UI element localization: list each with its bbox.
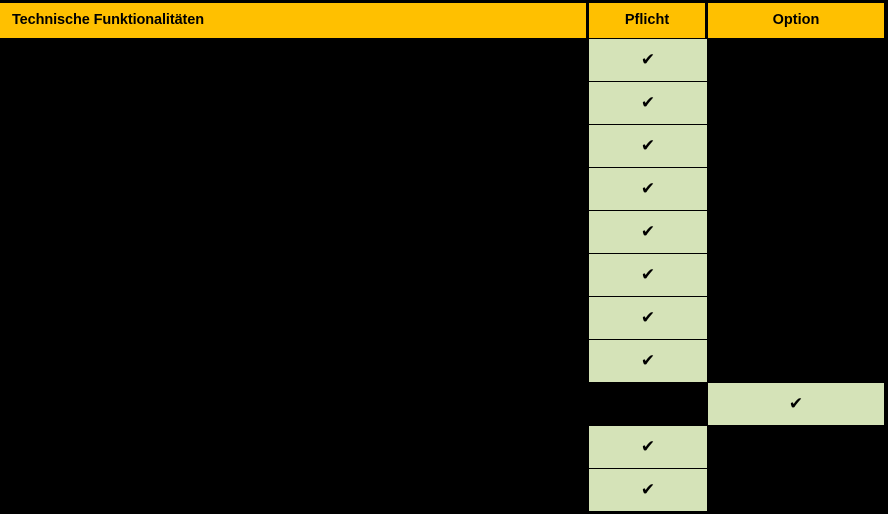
cell-feature [0, 39, 586, 82]
cell-pflicht-checkbox[interactable]: ✔ [589, 383, 707, 425]
table-row: ✔✔ [0, 168, 888, 211]
table-row: ✔✔ [0, 125, 888, 168]
cell-feature [0, 211, 586, 254]
cell-pflicht-checkbox[interactable]: ✔ [589, 426, 707, 468]
cell-pflicht-checkbox[interactable]: ✔ [589, 82, 707, 124]
cell-feature [0, 254, 586, 297]
table-row: ✔✔ [0, 39, 888, 82]
cell-option-checkbox[interactable]: ✔ [708, 469, 884, 511]
check-icon: ✔ [640, 265, 656, 285]
table-row: ✔✔ [0, 82, 888, 125]
cell-option-checkbox[interactable]: ✔ [708, 168, 884, 210]
cell-feature [0, 82, 586, 125]
check-icon: ✔ [640, 50, 656, 70]
table-row: ✔✔ [0, 297, 888, 340]
table-header-row: Technische Funktionalitäten Pflicht Opti… [0, 3, 888, 38]
check-icon: ✔ [640, 93, 656, 113]
table-row: ✔✔ [0, 426, 888, 469]
table-row: ✔✔ [0, 383, 888, 426]
cell-pflicht-checkbox[interactable]: ✔ [589, 168, 707, 210]
cell-feature [0, 340, 586, 383]
cell-option-checkbox[interactable]: ✔ [708, 254, 884, 296]
cell-feature [0, 469, 586, 512]
cell-feature [0, 297, 586, 340]
cell-pflicht-checkbox[interactable]: ✔ [589, 211, 707, 253]
column-header-technische-funktionalitaeten: Technische Funktionalitäten [0, 3, 586, 38]
column-header-pflicht: Pflicht [589, 3, 705, 38]
table-row: ✔✔ [0, 469, 888, 512]
check-icon: ✔ [640, 351, 656, 371]
cell-option-checkbox[interactable]: ✔ [708, 82, 884, 124]
check-icon: ✔ [640, 179, 656, 199]
cell-option-checkbox[interactable]: ✔ [708, 340, 884, 382]
cell-pflicht-checkbox[interactable]: ✔ [589, 297, 707, 339]
cell-option-checkbox[interactable]: ✔ [708, 125, 884, 167]
cell-pflicht-checkbox[interactable]: ✔ [589, 39, 707, 81]
cell-pflicht-checkbox[interactable]: ✔ [589, 469, 707, 511]
table-row: ✔✔ [0, 211, 888, 254]
cell-option-checkbox[interactable]: ✔ [708, 39, 884, 81]
table-row: ✔✔ [0, 340, 888, 383]
check-icon: ✔ [788, 394, 804, 414]
check-icon: ✔ [640, 437, 656, 457]
cell-pflicht-checkbox[interactable]: ✔ [589, 125, 707, 167]
table-body: ✔✔✔✔✔✔✔✔✔✔✔✔✔✔✔✔✔✔✔✔✔✔ [0, 39, 888, 514]
cell-feature [0, 426, 586, 469]
check-icon: ✔ [640, 480, 656, 500]
requirements-table: Technische Funktionalitäten Pflicht Opti… [0, 0, 888, 514]
cell-option-checkbox[interactable]: ✔ [708, 426, 884, 468]
cell-option-checkbox[interactable]: ✔ [708, 383, 884, 425]
cell-feature [0, 125, 586, 168]
check-icon: ✔ [640, 136, 656, 156]
cell-option-checkbox[interactable]: ✔ [708, 211, 884, 253]
column-header-option: Option [708, 3, 884, 38]
cell-feature [0, 383, 586, 426]
cell-pflicht-checkbox[interactable]: ✔ [589, 340, 707, 382]
cell-feature [0, 168, 586, 211]
cell-pflicht-checkbox[interactable]: ✔ [589, 254, 707, 296]
table-row: ✔✔ [0, 254, 888, 297]
cell-option-checkbox[interactable]: ✔ [708, 297, 884, 339]
check-icon: ✔ [640, 222, 656, 242]
check-icon: ✔ [640, 308, 656, 328]
